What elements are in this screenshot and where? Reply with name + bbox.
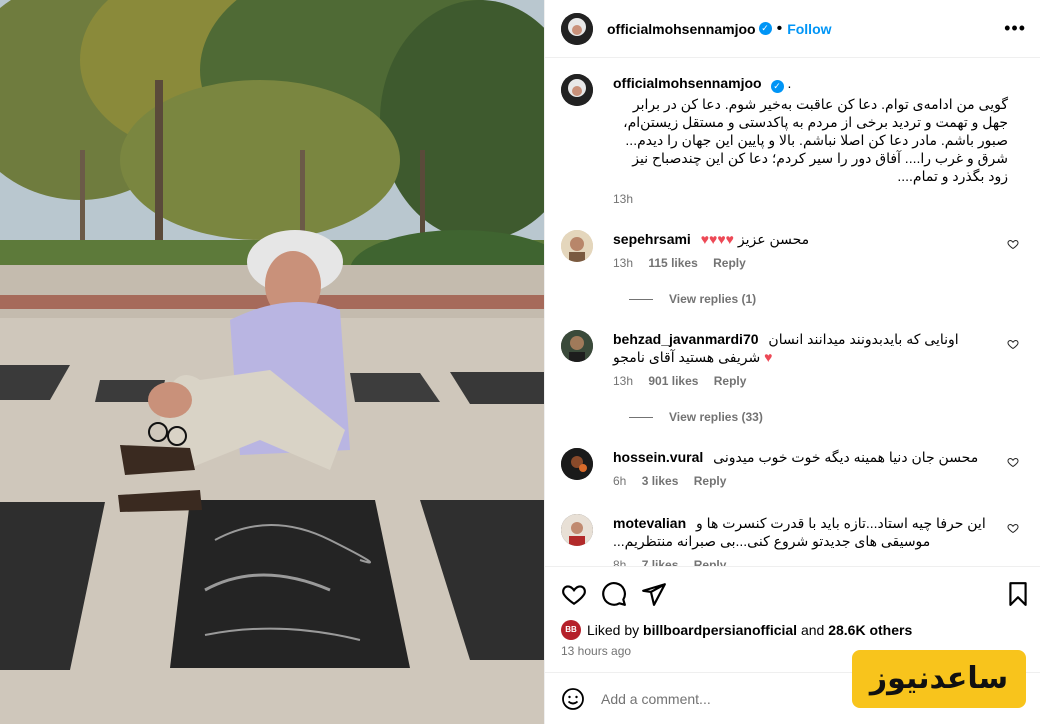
photo-illustration: [0, 0, 544, 724]
comment-row: motevalian این حرفا چیه استاد...تازه بای…: [561, 514, 1025, 566]
verified-icon: ✓: [758, 22, 772, 35]
more-options-icon[interactable]: •••: [1004, 18, 1026, 39]
comment-row: sepehrsami ♥♥♥♥ محسن عزیز 13h 115 likes …: [561, 230, 1025, 306]
caption-row: officialmohsennamjoo ✓ . گویی من ادامه‌ی …: [561, 74, 1025, 206]
liked-by-and: and: [800, 622, 825, 638]
caption-suffix: .: [787, 75, 792, 91]
bookmark-icon[interactable]: [1005, 581, 1031, 607]
commenter-avatar[interactable]: [561, 330, 593, 362]
commenter-avatar[interactable]: [561, 230, 593, 262]
heart-emojis: ♥♥♥♥: [700, 231, 734, 247]
comment-likes[interactable]: 901 likes: [648, 374, 698, 388]
comments-list[interactable]: officialmohsennamjoo ✓ . گویی من ادامه‌ی …: [545, 58, 1040, 566]
comment-likes[interactable]: 7 likes: [642, 558, 679, 566]
likes-count[interactable]: 28.6K others: [828, 622, 912, 638]
comment-username[interactable]: hossein.vural: [613, 449, 703, 465]
comment-icon[interactable]: [601, 581, 627, 607]
likes-summary: BB Liked by billboardpersianofficial and…: [561, 620, 912, 640]
comment-time: 13h: [613, 374, 634, 388]
comment-username[interactable]: sepehrsami: [613, 231, 691, 247]
post-header: officialmohsennamjoo ✓ • Follow •••: [545, 0, 1040, 58]
watermark-logo: ساعدنیوز: [852, 650, 1026, 708]
add-comment-input[interactable]: Add a comment...: [601, 691, 711, 707]
heart-emoji: ♥: [764, 349, 773, 365]
separator-dot: •: [776, 19, 783, 37]
view-replies-button[interactable]: View replies (33): [629, 410, 763, 424]
comment-username[interactable]: motevalian: [613, 515, 686, 531]
comment-text: محسن جان دنیا همینه دیگه خوت خوب میدونی: [713, 449, 979, 465]
comment-time: 8h: [613, 558, 627, 566]
author-avatar[interactable]: [561, 74, 593, 106]
reply-button[interactable]: Reply: [694, 558, 727, 566]
reply-button[interactable]: Reply: [713, 256, 746, 270]
comment-like-icon[interactable]: [1007, 238, 1019, 250]
comment-row: behzad_javanmardi70 اونایی که بایدبدونند…: [561, 330, 1025, 424]
comment-likes[interactable]: 115 likes: [648, 256, 697, 270]
post-panel: officialmohsennamjoo ✓ • Follow ••• offi…: [544, 0, 1040, 724]
follow-button[interactable]: Follow: [787, 21, 831, 37]
post-photo[interactable]: [0, 0, 544, 724]
liker-username[interactable]: billboardpersianofficial: [643, 622, 797, 638]
heart-icon[interactable]: [561, 581, 587, 607]
verified-icon: ✓: [770, 80, 784, 93]
view-replies-button[interactable]: View replies (1): [629, 292, 756, 306]
post-time-ago: 13 hours ago: [561, 644, 632, 658]
comment-text: محسن عزیز: [737, 231, 810, 247]
comment-likes[interactable]: 3 likes: [642, 474, 679, 488]
comment-like-icon[interactable]: [1007, 522, 1019, 534]
caption-username[interactable]: officialmohsennamjoo: [613, 75, 762, 91]
commenter-avatar[interactable]: [561, 514, 593, 546]
comment-like-icon[interactable]: [1007, 456, 1019, 468]
comment-row: hossein.vural محسن جان دنیا همینه دیگه خ…: [561, 448, 1025, 488]
caption-text: گویی من ادامه‌ی توام. دعا کن عاقبت به‌خی…: [623, 96, 1008, 184]
author-avatar[interactable]: [561, 12, 593, 45]
emoji-icon[interactable]: [561, 687, 585, 711]
share-icon[interactable]: [641, 581, 667, 607]
liked-by-prefix: Liked by: [587, 622, 640, 638]
comment-time: 6h: [613, 474, 627, 488]
reply-button[interactable]: Reply: [694, 474, 727, 488]
commenter-avatar[interactable]: [561, 448, 593, 480]
caption-time: 13h: [613, 192, 634, 206]
reply-button[interactable]: Reply: [714, 374, 747, 388]
author-username[interactable]: officialmohsennamjoo: [607, 21, 756, 37]
action-bar: [545, 566, 1040, 618]
comment-time: 13h: [613, 256, 634, 270]
liker-avatar[interactable]: BB: [561, 620, 581, 640]
comment-username[interactable]: behzad_javanmardi70: [613, 331, 759, 347]
comment-like-icon[interactable]: [1007, 338, 1019, 350]
